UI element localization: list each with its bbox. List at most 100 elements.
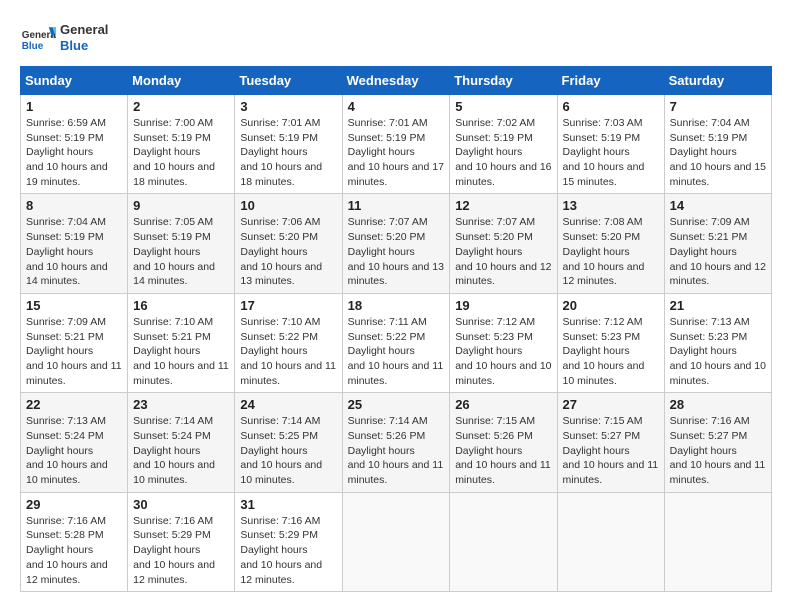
calendar-cell: 14 Sunrise: 7:09 AM Sunset: 5:21 PM Dayl… xyxy=(664,194,771,293)
day-number: 17 xyxy=(240,298,336,313)
day-number: 21 xyxy=(670,298,766,313)
day-info: Sunrise: 7:09 AM Sunset: 5:21 PM Dayligh… xyxy=(670,215,766,288)
calendar-cell: 2 Sunrise: 7:00 AM Sunset: 5:19 PM Dayli… xyxy=(128,95,235,194)
weekday-header-thursday: Thursday xyxy=(450,67,557,95)
calendar-cell: 13 Sunrise: 7:08 AM Sunset: 5:20 PM Dayl… xyxy=(557,194,664,293)
day-number: 26 xyxy=(455,397,551,412)
day-info: Sunrise: 7:06 AM Sunset: 5:20 PM Dayligh… xyxy=(240,215,336,288)
calendar-cell: 1 Sunrise: 6:59 AM Sunset: 5:19 PM Dayli… xyxy=(21,95,128,194)
day-number: 27 xyxy=(563,397,659,412)
calendar-cell xyxy=(342,492,450,591)
day-info: Sunrise: 7:12 AM Sunset: 5:23 PM Dayligh… xyxy=(563,315,659,388)
calendar-header-row: SundayMondayTuesdayWednesdayThursdayFrid… xyxy=(21,67,772,95)
calendar-body: 1 Sunrise: 6:59 AM Sunset: 5:19 PM Dayli… xyxy=(21,95,772,592)
day-number: 11 xyxy=(348,198,445,213)
calendar-cell: 11 Sunrise: 7:07 AM Sunset: 5:20 PM Dayl… xyxy=(342,194,450,293)
weekday-header-monday: Monday xyxy=(128,67,235,95)
calendar-cell: 10 Sunrise: 7:06 AM Sunset: 5:20 PM Dayl… xyxy=(235,194,342,293)
calendar-week-3: 15 Sunrise: 7:09 AM Sunset: 5:21 PM Dayl… xyxy=(21,293,772,392)
logo: General Blue General Blue xyxy=(20,20,108,56)
weekday-header-tuesday: Tuesday xyxy=(235,67,342,95)
day-info: Sunrise: 6:59 AM Sunset: 5:19 PM Dayligh… xyxy=(26,116,122,189)
day-number: 14 xyxy=(670,198,766,213)
day-info: Sunrise: 7:01 AM Sunset: 5:19 PM Dayligh… xyxy=(348,116,445,189)
calendar-cell xyxy=(664,492,771,591)
calendar-cell: 31 Sunrise: 7:16 AM Sunset: 5:29 PM Dayl… xyxy=(235,492,342,591)
day-number: 10 xyxy=(240,198,336,213)
day-info: Sunrise: 7:00 AM Sunset: 5:19 PM Dayligh… xyxy=(133,116,229,189)
calendar-week-4: 22 Sunrise: 7:13 AM Sunset: 5:24 PM Dayl… xyxy=(21,393,772,492)
calendar-table: SundayMondayTuesdayWednesdayThursdayFrid… xyxy=(20,66,772,592)
day-info: Sunrise: 7:16 AM Sunset: 5:29 PM Dayligh… xyxy=(133,514,229,587)
day-number: 31 xyxy=(240,497,336,512)
calendar-cell: 16 Sunrise: 7:10 AM Sunset: 5:21 PM Dayl… xyxy=(128,293,235,392)
day-number: 22 xyxy=(26,397,122,412)
day-number: 15 xyxy=(26,298,122,313)
logo-icon: General Blue xyxy=(20,20,56,56)
day-number: 24 xyxy=(240,397,336,412)
calendar-cell: 21 Sunrise: 7:13 AM Sunset: 5:23 PM Dayl… xyxy=(664,293,771,392)
weekday-header-friday: Friday xyxy=(557,67,664,95)
calendar-cell: 17 Sunrise: 7:10 AM Sunset: 5:22 PM Dayl… xyxy=(235,293,342,392)
calendar-cell: 20 Sunrise: 7:12 AM Sunset: 5:23 PM Dayl… xyxy=(557,293,664,392)
day-info: Sunrise: 7:16 AM Sunset: 5:29 PM Dayligh… xyxy=(240,514,336,587)
day-number: 12 xyxy=(455,198,551,213)
calendar-cell: 24 Sunrise: 7:14 AM Sunset: 5:25 PM Dayl… xyxy=(235,393,342,492)
day-info: Sunrise: 7:14 AM Sunset: 5:25 PM Dayligh… xyxy=(240,414,336,487)
calendar-cell: 15 Sunrise: 7:09 AM Sunset: 5:21 PM Dayl… xyxy=(21,293,128,392)
day-number: 20 xyxy=(563,298,659,313)
day-info: Sunrise: 7:04 AM Sunset: 5:19 PM Dayligh… xyxy=(26,215,122,288)
day-number: 18 xyxy=(348,298,445,313)
svg-text:Blue: Blue xyxy=(22,41,44,52)
calendar-cell: 28 Sunrise: 7:16 AM Sunset: 5:27 PM Dayl… xyxy=(664,393,771,492)
calendar-cell: 30 Sunrise: 7:16 AM Sunset: 5:29 PM Dayl… xyxy=(128,492,235,591)
calendar-cell xyxy=(450,492,557,591)
day-info: Sunrise: 7:04 AM Sunset: 5:19 PM Dayligh… xyxy=(670,116,766,189)
day-info: Sunrise: 7:15 AM Sunset: 5:26 PM Dayligh… xyxy=(455,414,551,487)
day-number: 16 xyxy=(133,298,229,313)
day-number: 2 xyxy=(133,99,229,114)
day-info: Sunrise: 7:05 AM Sunset: 5:19 PM Dayligh… xyxy=(133,215,229,288)
day-info: Sunrise: 7:10 AM Sunset: 5:22 PM Dayligh… xyxy=(240,315,336,388)
weekday-header-wednesday: Wednesday xyxy=(342,67,450,95)
day-info: Sunrise: 7:14 AM Sunset: 5:26 PM Dayligh… xyxy=(348,414,445,487)
calendar-cell: 26 Sunrise: 7:15 AM Sunset: 5:26 PM Dayl… xyxy=(450,393,557,492)
weekday-header-sunday: Sunday xyxy=(21,67,128,95)
calendar-week-1: 1 Sunrise: 6:59 AM Sunset: 5:19 PM Dayli… xyxy=(21,95,772,194)
day-info: Sunrise: 7:14 AM Sunset: 5:24 PM Dayligh… xyxy=(133,414,229,487)
day-info: Sunrise: 7:07 AM Sunset: 5:20 PM Dayligh… xyxy=(455,215,551,288)
calendar-week-2: 8 Sunrise: 7:04 AM Sunset: 5:19 PM Dayli… xyxy=(21,194,772,293)
calendar-cell: 25 Sunrise: 7:14 AM Sunset: 5:26 PM Dayl… xyxy=(342,393,450,492)
day-info: Sunrise: 7:13 AM Sunset: 5:23 PM Dayligh… xyxy=(670,315,766,388)
day-info: Sunrise: 7:02 AM Sunset: 5:19 PM Dayligh… xyxy=(455,116,551,189)
day-number: 8 xyxy=(26,198,122,213)
day-info: Sunrise: 7:07 AM Sunset: 5:20 PM Dayligh… xyxy=(348,215,445,288)
day-number: 4 xyxy=(348,99,445,114)
day-info: Sunrise: 7:01 AM Sunset: 5:19 PM Dayligh… xyxy=(240,116,336,189)
day-info: Sunrise: 7:16 AM Sunset: 5:28 PM Dayligh… xyxy=(26,514,122,587)
weekday-header-saturday: Saturday xyxy=(664,67,771,95)
day-number: 7 xyxy=(670,99,766,114)
page-header: General Blue General Blue xyxy=(20,20,772,56)
day-number: 9 xyxy=(133,198,229,213)
logo-blue-text: Blue xyxy=(60,38,108,54)
day-number: 29 xyxy=(26,497,122,512)
day-info: Sunrise: 7:12 AM Sunset: 5:23 PM Dayligh… xyxy=(455,315,551,388)
calendar-cell: 6 Sunrise: 7:03 AM Sunset: 5:19 PM Dayli… xyxy=(557,95,664,194)
day-info: Sunrise: 7:15 AM Sunset: 5:27 PM Dayligh… xyxy=(563,414,659,487)
day-info: Sunrise: 7:13 AM Sunset: 5:24 PM Dayligh… xyxy=(26,414,122,487)
day-number: 3 xyxy=(240,99,336,114)
day-info: Sunrise: 7:08 AM Sunset: 5:20 PM Dayligh… xyxy=(563,215,659,288)
day-number: 30 xyxy=(133,497,229,512)
day-info: Sunrise: 7:16 AM Sunset: 5:27 PM Dayligh… xyxy=(670,414,766,487)
day-number: 6 xyxy=(563,99,659,114)
calendar-cell: 19 Sunrise: 7:12 AM Sunset: 5:23 PM Dayl… xyxy=(450,293,557,392)
calendar-cell: 29 Sunrise: 7:16 AM Sunset: 5:28 PM Dayl… xyxy=(21,492,128,591)
calendar-week-5: 29 Sunrise: 7:16 AM Sunset: 5:28 PM Dayl… xyxy=(21,492,772,591)
calendar-cell: 8 Sunrise: 7:04 AM Sunset: 5:19 PM Dayli… xyxy=(21,194,128,293)
calendar-cell: 5 Sunrise: 7:02 AM Sunset: 5:19 PM Dayli… xyxy=(450,95,557,194)
calendar-cell xyxy=(557,492,664,591)
day-number: 1 xyxy=(26,99,122,114)
calendar-cell: 4 Sunrise: 7:01 AM Sunset: 5:19 PM Dayli… xyxy=(342,95,450,194)
calendar-cell: 3 Sunrise: 7:01 AM Sunset: 5:19 PM Dayli… xyxy=(235,95,342,194)
